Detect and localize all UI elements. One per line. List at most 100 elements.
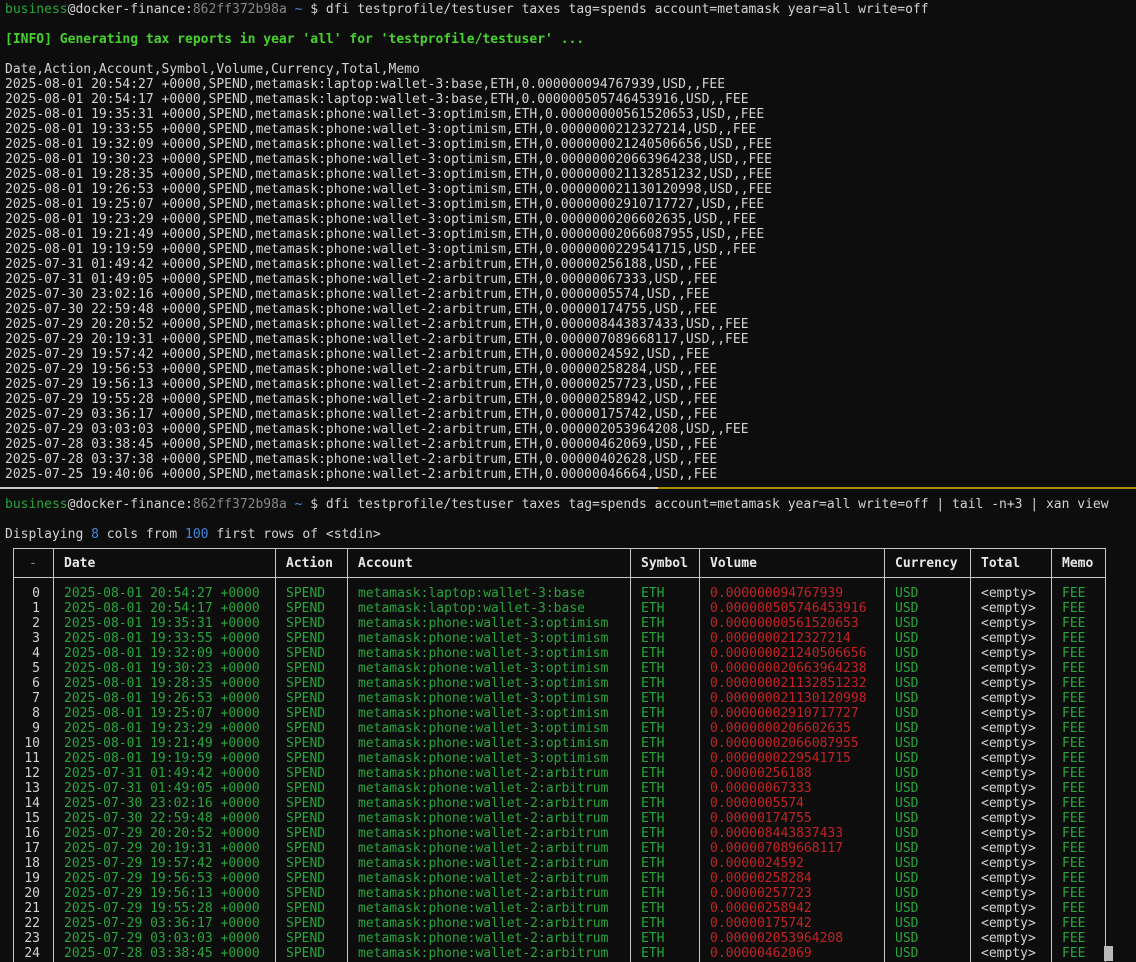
currency-cell: USD: [884, 946, 970, 961]
csv-line: 2025-07-29 19:56:13 +0000,SPEND,metamask…: [5, 377, 1136, 392]
csv-line: 2025-08-01 19:33:55 +0000,SPEND,metamask…: [5, 122, 1136, 137]
memo-cell: FEE: [1051, 616, 1105, 631]
date-cell: 2025-08-01 19:26:53 +0000: [53, 691, 275, 706]
row-index-cell: 5: [13, 661, 53, 676]
date-cell: 2025-08-01 19:28:35 +0000: [53, 676, 275, 691]
currency-cell: USD: [884, 646, 970, 661]
currency-cell: USD: [884, 811, 970, 826]
row-index-cell: 4: [13, 646, 53, 661]
date-cell: 2025-08-01 19:35:31 +0000: [53, 616, 275, 631]
volume-cell: 0.000000021132851232: [699, 676, 884, 691]
account-cell: metamask:phone:wallet-3:optimism: [347, 721, 630, 736]
csv-line: 2025-08-01 19:30:23 +0000,SPEND,metamask…: [5, 152, 1136, 167]
action-cell: SPEND: [275, 886, 347, 901]
table-row: 122025-07-31 01:49:42 +0000SPENDmetamask…: [13, 766, 1107, 781]
terminal-cursor: [1104, 946, 1113, 961]
csv-line: 2025-07-28 03:38:45 +0000,SPEND,metamask…: [5, 437, 1136, 452]
memo-cell: FEE: [1051, 706, 1105, 721]
date-cell: 2025-07-31 01:49:42 +0000: [53, 766, 275, 781]
row-index-cell: 22: [13, 916, 53, 931]
status-mid: cols from: [99, 527, 185, 542]
memo-cell: FEE: [1051, 856, 1105, 871]
currency-cell: USD: [884, 721, 970, 736]
volume-cell: 0.00000067333: [699, 781, 884, 796]
row-index-cell: 3: [13, 631, 53, 646]
total-cell: <empty>: [970, 811, 1051, 826]
csv-line: 2025-07-31 01:49:42 +0000,SPEND,metamask…: [5, 257, 1136, 272]
date-cell: 2025-08-01 19:25:07 +0000: [53, 706, 275, 721]
csv-line: 2025-07-29 19:55:28 +0000,SPEND,metamask…: [5, 392, 1136, 407]
volume-cell: 0.00000002910717727: [699, 706, 884, 721]
symbol-cell: ETH: [630, 706, 699, 721]
table-row: 242025-07-28 03:38:45 +0000SPENDmetamask…: [13, 946, 1107, 961]
command-text-1: dfi testprofile/testuser taxes tag=spend…: [326, 2, 929, 17]
prompt-cwd: ~: [287, 2, 310, 17]
memo-cell: FEE: [1051, 601, 1105, 616]
row-index-cell: 11: [13, 751, 53, 766]
symbol-cell: ETH: [630, 796, 699, 811]
volume-cell: 0.000000020663964238: [699, 661, 884, 676]
table-row: 52025-08-01 19:30:23 +0000SPENDmetamask:…: [13, 661, 1107, 676]
row-index-cell: 17: [13, 841, 53, 856]
account-cell: metamask:phone:wallet-2:arbitrum: [347, 946, 630, 961]
date-cell: 2025-08-01 20:54:17 +0000: [53, 601, 275, 616]
symbol-cell: ETH: [630, 601, 699, 616]
table-row: 202025-07-29 19:56:13 +0000SPENDmetamask…: [13, 886, 1107, 901]
xan-status-line: Displaying 8 cols from 100 first rows of…: [5, 527, 1136, 542]
total-cell: <empty>: [970, 886, 1051, 901]
csv-line: 2025-08-01 19:35:31 +0000,SPEND,metamask…: [5, 107, 1136, 122]
prompt-user: business: [5, 2, 68, 17]
command-text-2: dfi testprofile/testuser taxes tag=spend…: [326, 497, 1109, 512]
row-index-cell: 18: [13, 856, 53, 871]
total-cell: <empty>: [970, 916, 1051, 931]
table-row: 162025-07-29 20:20:52 +0000SPENDmetamask…: [13, 826, 1107, 841]
account-cell: metamask:phone:wallet-2:arbitrum: [347, 841, 630, 856]
total-cell: <empty>: [970, 856, 1051, 871]
symbol-cell: ETH: [630, 631, 699, 646]
pane-separator-yellow-segment: [658, 487, 1136, 489]
symbol-cell: ETH: [630, 751, 699, 766]
table-row: 82025-08-01 19:25:07 +0000SPENDmetamask:…: [13, 706, 1107, 721]
memo-cell: FEE: [1051, 691, 1105, 706]
date-cell: 2025-07-29 20:19:31 +0000: [53, 841, 275, 856]
action-cell: SPEND: [275, 811, 347, 826]
prompt-container-id: 862ff372b98a: [193, 497, 287, 512]
account-cell: metamask:laptop:wallet-3:base: [347, 586, 630, 601]
pane-separator-gray-segment: [0, 487, 658, 489]
date-cell: 2025-07-29 19:56:13 +0000: [53, 886, 275, 901]
date-cell: 2025-08-01 19:32:09 +0000: [53, 646, 275, 661]
table-row: 212025-07-29 19:55:28 +0000SPENDmetamask…: [13, 901, 1107, 916]
memo-cell: FEE: [1051, 901, 1105, 916]
volume-cell: 0.000000021130120998: [699, 691, 884, 706]
column-header: Currency: [884, 556, 970, 571]
csv-line: 2025-07-25 19:40:06 +0000,SPEND,metamask…: [5, 467, 1136, 482]
csv-line: 2025-08-01 19:25:07 +0000,SPEND,metamask…: [5, 197, 1136, 212]
volume-cell: 0.00000462069: [699, 946, 884, 961]
row-index-cell: 13: [13, 781, 53, 796]
date-cell: 2025-07-30 22:59:48 +0000: [53, 811, 275, 826]
symbol-cell: ETH: [630, 871, 699, 886]
date-cell: 2025-08-01 19:30:23 +0000: [53, 661, 275, 676]
prompt-dollar: $: [310, 2, 326, 17]
currency-cell: USD: [884, 826, 970, 841]
action-cell: SPEND: [275, 841, 347, 856]
row-index-cell: 0: [13, 586, 53, 601]
date-cell: 2025-07-31 01:49:05 +0000: [53, 781, 275, 796]
total-cell: <empty>: [970, 826, 1051, 841]
prompt-dollar: $: [310, 497, 326, 512]
terminal-screen[interactable]: { "colors": { "background": "#0d0d0d", "…: [0, 0, 1136, 962]
column-header: Date: [53, 556, 275, 571]
symbol-cell: ETH: [630, 811, 699, 826]
currency-cell: USD: [884, 676, 970, 691]
currency-cell: USD: [884, 841, 970, 856]
action-cell: SPEND: [275, 646, 347, 661]
memo-cell: FEE: [1051, 766, 1105, 781]
table-row: 192025-07-29 19:56:53 +0000SPENDmetamask…: [13, 871, 1107, 886]
total-cell: <empty>: [970, 796, 1051, 811]
row-index-column-header: -: [13, 556, 53, 571]
currency-cell: USD: [884, 886, 970, 901]
total-cell: <empty>: [970, 931, 1051, 946]
symbol-cell: ETH: [630, 901, 699, 916]
volume-cell: 0.00000258284: [699, 871, 884, 886]
table-border-line: [884, 548, 885, 962]
